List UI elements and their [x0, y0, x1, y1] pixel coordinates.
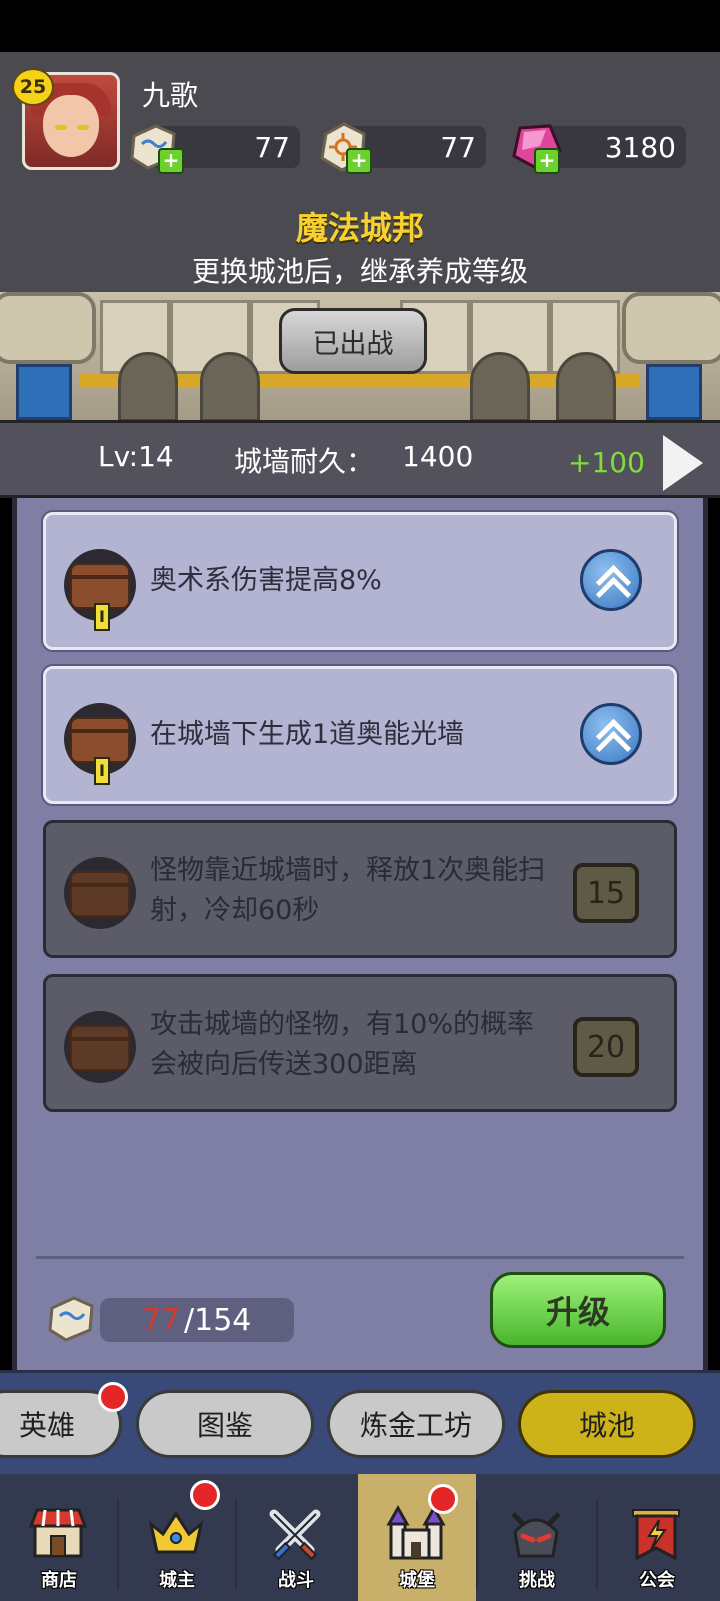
- skill-card: I 在城墙下生成1道奥能光墙: [43, 666, 677, 804]
- nav-label: 战斗: [278, 1570, 314, 1591]
- nav-label: 公会: [639, 1570, 675, 1591]
- tab-label: 炼金工坊: [359, 1409, 472, 1442]
- tab-city[interactable]: 城池: [518, 1390, 696, 1458]
- unlock-level-badge: 15: [573, 863, 639, 923]
- skill-tier-badge: I: [94, 757, 110, 785]
- nav-guild[interactable]: 公会: [598, 1474, 716, 1601]
- sun-stone-icon[interactable]: +: [316, 120, 372, 174]
- demon-helmet-icon: [511, 1512, 561, 1558]
- resource-sun-stone-value: 77: [440, 130, 476, 164]
- tab-label: 英雄: [18, 1409, 75, 1442]
- skill-card-locked: 攻击城墙的怪物，有10%的概率会被向后传送300距离 20: [43, 974, 677, 1112]
- barrel-skill-icon: [64, 857, 136, 929]
- unlock-level-badge: 20: [573, 1017, 639, 1077]
- nav-challenge[interactable]: 挑战: [478, 1474, 596, 1601]
- skill-upgrade-icon[interactable]: [580, 549, 642, 613]
- tab-alchemy-workshop[interactable]: 炼金工坊: [327, 1390, 505, 1458]
- upgrade-button[interactable]: 升级: [490, 1272, 666, 1348]
- nav-label: 挑战: [519, 1570, 555, 1591]
- nav-lord[interactable]: 城主: [118, 1474, 236, 1601]
- next-castle-arrow-icon[interactable]: [663, 435, 703, 491]
- resource-rune-stone-value: 77: [254, 130, 290, 164]
- notification-dot: [190, 1480, 220, 1510]
- skill-upgrade-icon[interactable]: [580, 703, 642, 767]
- rune-stone-icon: [44, 1292, 98, 1346]
- skill-card-locked: 怪物靠近城墙时，释放1次奥能扫射，冷却60秒 15: [43, 820, 677, 958]
- nav-label: 商店: [41, 1570, 77, 1591]
- nav-label: 城堡: [399, 1570, 435, 1591]
- resource-gem-value: 3180: [604, 130, 676, 164]
- divider: [36, 1256, 684, 1259]
- notification-dot: [428, 1484, 458, 1514]
- skill-card: I 奥术系伤害提高8%: [43, 512, 677, 650]
- tab-codex[interactable]: 图鉴: [136, 1390, 314, 1458]
- crown-icon: [148, 1511, 204, 1554]
- skill-description: 怪物靠近城墙时，释放1次奥能扫射，冷却60秒: [150, 855, 546, 926]
- castle-level: Lv:14: [98, 440, 174, 473]
- barrel-skill-icon: [64, 1011, 136, 1083]
- nav-battle[interactable]: 战斗: [237, 1474, 355, 1601]
- skill-tier-badge: I: [94, 603, 110, 631]
- durability-value: 1400: [402, 440, 474, 473]
- nav-label: 城主: [159, 1570, 195, 1591]
- notification-dot: [98, 1382, 128, 1412]
- player-name: 九歌: [142, 79, 199, 112]
- skill-description: 在城墙下生成1道奥能光墙: [150, 719, 465, 750]
- deployed-button[interactable]: 已出战: [279, 308, 427, 374]
- durability-bonus: +100: [568, 446, 645, 479]
- shop-icon: [28, 1508, 88, 1558]
- tab-label: 城池: [578, 1409, 635, 1442]
- durability-label: 城墙耐久：: [234, 445, 375, 478]
- nav-shop[interactable]: 商店: [0, 1474, 118, 1601]
- guild-banner-icon: [632, 1509, 680, 1561]
- castle-title: 魔法城邦: [295, 209, 424, 247]
- rune-stone-icon[interactable]: +: [126, 120, 184, 174]
- gem-icon[interactable]: +: [510, 120, 564, 174]
- player-level-badge: 25: [12, 68, 54, 106]
- castle-description: 更换城池后，继承养成等级: [191, 255, 528, 288]
- skill-description: 奥术系伤害提高8%: [150, 565, 382, 596]
- nav-castle[interactable]: 城堡: [358, 1474, 476, 1601]
- skill-description: 攻击城墙的怪物，有10%的概率会被向后传送300距离: [150, 1009, 535, 1080]
- upgrade-cost-required: /154: [184, 1303, 252, 1338]
- upgrade-cost-current: 77: [142, 1303, 181, 1338]
- tab-label: 图鉴: [196, 1409, 253, 1442]
- crossed-swords-icon: [269, 1509, 321, 1561]
